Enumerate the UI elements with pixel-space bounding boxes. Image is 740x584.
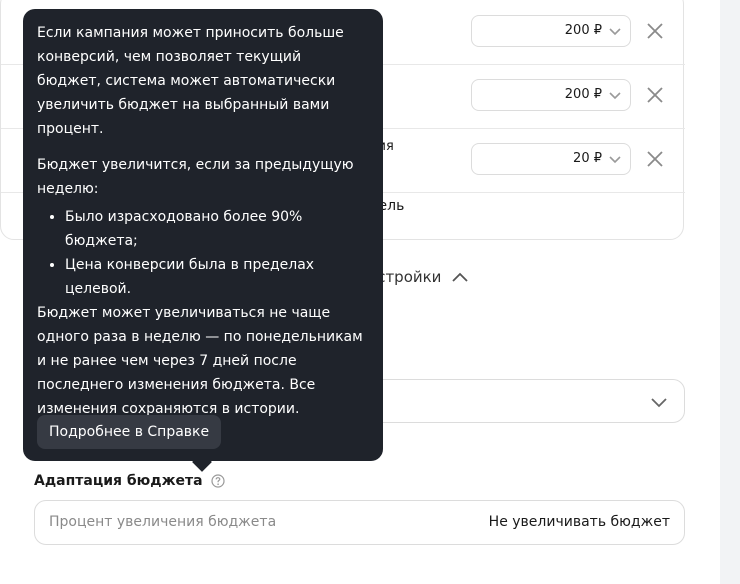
tooltip-paragraph: Бюджет может увеличиваться не чаще одног… <box>37 305 363 417</box>
chevron-up-icon <box>452 272 469 282</box>
goal-price-select[interactable]: 200 ₽ <box>471 15 631 47</box>
goal-price-select[interactable]: 20 ₽ <box>471 143 631 175</box>
close-icon[interactable] <box>645 149 665 169</box>
chevron-down-icon <box>651 398 667 408</box>
tooltip-bullet: Цена конверсии была в пределах целевой. <box>65 253 369 301</box>
close-icon[interactable] <box>645 21 665 41</box>
goal-price-value: 200 ₽ <box>564 87 602 102</box>
goal-price-value: 20 ₽ <box>573 151 602 166</box>
tooltip-bullets: Было израсходовано более 90% бюджета; Це… <box>37 205 369 301</box>
chevron-down-icon <box>609 28 621 36</box>
budget-adaptation-label: Адаптация бюджета <box>34 473 225 489</box>
budget-increase-value: Не увеличивать бюджет <box>488 514 670 530</box>
help-center-button[interactable]: Подробнее в Справке <box>37 415 222 449</box>
help-tooltip: Если кампания может приносить больше кон… <box>23 9 383 461</box>
tooltip-paragraph: Бюджет увеличится, если за предыдущую не… <box>37 157 354 197</box>
goal-price-select[interactable]: 200 ₽ <box>471 79 631 111</box>
close-icon[interactable] <box>645 85 665 105</box>
budget-increase-placeholder: Процент увеличения бюджета <box>49 514 277 530</box>
chevron-down-icon <box>609 92 621 100</box>
question-circle-icon[interactable] <box>210 474 225 488</box>
chevron-down-icon <box>609 156 621 164</box>
goal-price-value: 200 ₽ <box>564 23 602 38</box>
right-rail <box>720 0 740 584</box>
tooltip-bullet: Было израсходовано более 90% бюджета; <box>65 205 369 253</box>
budget-increase-select[interactable]: Процент увеличения бюджета Не увеличиват… <box>34 500 685 545</box>
tooltip-paragraph: Если кампания может приносить больше кон… <box>37 25 344 137</box>
settings-toggle[interactable]: астройки <box>368 268 469 286</box>
budget-adaptation-title: Адаптация бюджета <box>34 473 203 489</box>
